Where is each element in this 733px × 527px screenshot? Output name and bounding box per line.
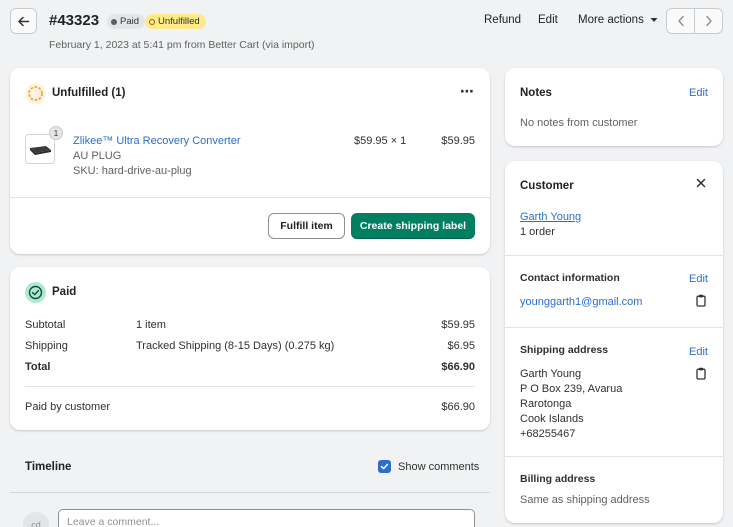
timeline-divider <box>10 492 490 493</box>
billing-address-title: Billing address <box>520 473 596 485</box>
product-variant: AU PLUG <box>73 150 122 162</box>
chevron-left-icon <box>677 15 684 27</box>
copy-address-icon[interactable] <box>695 367 707 383</box>
back-button[interactable] <box>10 8 37 34</box>
contact-divider <box>505 327 723 328</box>
shipping-divider <box>505 456 723 457</box>
customer-email-link[interactable]: younggarth1@gmail.com <box>520 296 642 308</box>
product-thumbnail <box>25 134 55 164</box>
unfulfilled-title: Unfulfilled (1) <box>52 87 126 99</box>
comment-input[interactable]: Leave a comment... <box>58 509 475 527</box>
caret-down-icon <box>650 18 658 22</box>
unfulfilled-card: Unfulfilled (1) ⋯ 1 Zlikee™ Ultra Recove… <box>10 68 490 254</box>
badge-paid-label: Paid <box>120 16 140 27</box>
total-amount: $66.90 <box>441 361 475 373</box>
notes-text: No notes from customer <box>520 117 638 129</box>
address-line: P O Box 239, Avarua <box>520 383 623 395</box>
arrow-left-icon <box>18 16 30 26</box>
shipping-address-edit-link[interactable]: Edit <box>689 346 708 358</box>
ring-dot-icon <box>149 18 155 25</box>
unfulfilled-status-icon <box>25 83 46 104</box>
shipping-address-block: Garth Young P O Box 239, Avarua Rarotong… <box>520 367 622 442</box>
order-subtitle: February 1, 2023 at 5:41 pm from Better … <box>49 39 315 51</box>
paid-card: Paid Subtotal 1 item $59.95 Shipping Tra… <box>10 267 490 430</box>
paid-by-customer-amount: $66.90 <box>441 401 475 413</box>
subtotal-label: Subtotal <box>25 319 66 331</box>
refund-button[interactable]: Refund <box>484 14 521 26</box>
customer-title: Customer <box>520 180 574 192</box>
create-shipping-label-button[interactable]: Create shipping label <box>351 213 475 239</box>
check-icon <box>380 463 389 470</box>
subtotal-amount: $59.95 <box>441 319 475 331</box>
paid-status-icon <box>25 282 46 303</box>
product-sku: SKU: hard-drive-au-plug <box>73 165 192 177</box>
contact-edit-link[interactable]: Edit <box>689 273 708 285</box>
order-number: #43323 <box>49 12 100 29</box>
badge-unfulfilled-label: Unfulfilled <box>158 16 200 27</box>
shipping-detail: Tracked Shipping (8-15 Days) (0.275 kg) <box>136 340 335 352</box>
product-unit-price: $59.95 × 1 <box>354 135 407 147</box>
address-line: +68255467 <box>520 428 576 440</box>
address-line: Rarotonga <box>520 398 572 410</box>
next-order-button[interactable] <box>695 9 722 33</box>
customer-order-count: 1 order <box>520 226 555 238</box>
timeline-title: Timeline <box>25 461 72 473</box>
paid-by-customer-label: Paid by customer <box>25 401 110 413</box>
order-pagination <box>666 8 723 34</box>
customer-name-link[interactable]: Garth Young <box>520 211 581 223</box>
product-line-total: $59.95 <box>441 135 475 147</box>
more-actions-button[interactable]: More actions <box>578 14 658 26</box>
billing-address-text: Same as shipping address <box>520 494 650 506</box>
customer-divider <box>505 255 723 256</box>
show-comments-toggle[interactable]: Show comments <box>378 460 479 473</box>
notes-title: Notes <box>520 87 552 99</box>
product-name-link[interactable]: Zlikee™ Ultra Recovery Converter <box>73 135 241 147</box>
copy-email-icon[interactable] <box>695 294 707 310</box>
address-line: Cook Islands <box>520 413 584 425</box>
shipping-address-title: Shipping address <box>520 344 609 356</box>
notes-edit-link[interactable]: Edit <box>689 87 708 99</box>
more-options-icon[interactable]: ⋯ <box>460 83 475 100</box>
contact-info-title: Contact information <box>520 272 620 284</box>
customer-card: Customer Garth Young 1 order Contact inf… <box>505 161 723 523</box>
subtotal-detail: 1 item <box>136 319 166 331</box>
notes-card: Notes Edit No notes from customer <box>505 68 723 146</box>
dot-icon <box>111 18 117 25</box>
paid-title: Paid <box>52 286 77 298</box>
card-divider <box>10 197 490 198</box>
payment-divider <box>25 386 475 387</box>
more-actions-label: More actions <box>578 14 644 26</box>
show-comments-label: Show comments <box>398 460 480 473</box>
avatar: cd <box>23 512 49 527</box>
show-comments-checkbox[interactable] <box>378 460 391 473</box>
shipping-label: Shipping <box>25 340 68 352</box>
edit-button[interactable]: Edit <box>538 14 558 26</box>
converter-device-icon <box>30 146 51 155</box>
status-badge-paid: Paid <box>107 14 146 29</box>
fulfill-item-button[interactable]: Fulfill item <box>268 213 345 239</box>
shipping-amount: $6.95 <box>447 340 475 352</box>
previous-order-button[interactable] <box>667 9 695 33</box>
total-label: Total <box>25 361 51 373</box>
quantity-badge: 1 <box>49 126 63 140</box>
address-line: Garth Young <box>520 368 582 380</box>
close-icon[interactable] <box>694 176 708 193</box>
status-badge-unfulfilled: Unfulfilled <box>145 14 206 29</box>
chevron-right-icon <box>705 15 712 27</box>
